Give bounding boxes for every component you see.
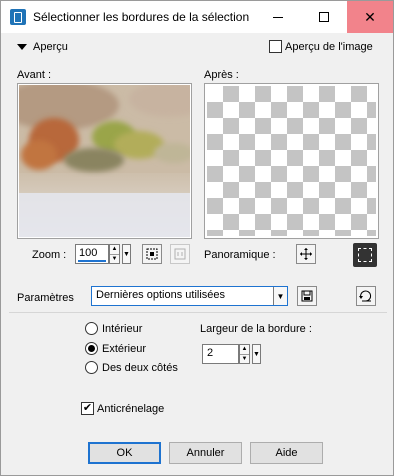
cancel-button[interactable]: Annuler (169, 442, 242, 464)
chevron-down-icon: ▼ (253, 350, 260, 358)
window-title: Sélectionner les bordures de la sélectio… (33, 10, 250, 24)
zoom-fit-icon (146, 248, 158, 260)
chevron-down-icon: ▼ (123, 250, 130, 258)
before-preview-image (19, 85, 190, 237)
settings-preset-value: Dernières options utilisées (96, 289, 226, 301)
radio-outside-label: Extérieur (102, 342, 147, 355)
after-label: Après : (204, 69, 239, 81)
maximize-icon (319, 12, 329, 22)
spin-down-icon[interactable]: ▼ (240, 353, 249, 364)
pan-button[interactable] (296, 244, 316, 264)
zoom-actual-size-button[interactable] (170, 244, 190, 264)
reset-icon (359, 290, 372, 302)
before-preview[interactable] (17, 83, 192, 239)
checkmark-icon: ✔ (82, 402, 93, 414)
zoom-fit-button[interactable] (142, 244, 162, 264)
antialias-label: Anticrénelage (97, 402, 165, 415)
radio-inside[interactable]: Intérieur (85, 322, 142, 335)
actual-size-icon (174, 248, 186, 260)
close-button[interactable]: ✕ (347, 1, 393, 33)
image-preview-label: Aperçu de l'image (285, 40, 373, 53)
antialias-checkbox[interactable]: ✔ (81, 402, 94, 415)
zoom-spinner[interactable]: ▲ ▼ (109, 244, 120, 264)
after-preview[interactable] (204, 83, 379, 239)
before-label: Avant : (17, 69, 52, 81)
title-bar: Sélectionner les bordures de la sélectio… (1, 1, 393, 33)
settings-preset-select[interactable]: Dernières options utilisées ▼ (91, 286, 288, 306)
zoom-input[interactable]: 100 (75, 244, 109, 264)
zoom-label: Zoom : (32, 249, 67, 261)
radio-both-label: Des deux côtés (102, 361, 178, 374)
image-preview-checkbox[interactable] (269, 40, 282, 53)
radio-both-button[interactable] (85, 361, 98, 374)
radio-inside-button[interactable] (85, 322, 98, 335)
radio-inside-label: Intérieur (102, 322, 143, 335)
marquee-icon (358, 248, 372, 262)
pan-label: Panoramique : (204, 249, 276, 261)
ok-button[interactable]: OK (88, 442, 161, 464)
settings-label: Paramètres (17, 292, 74, 304)
maximize-button[interactable] (301, 1, 347, 33)
collapse-triangle-icon (17, 44, 27, 50)
after-preview-transparency (207, 86, 376, 236)
border-width-dropdown[interactable]: ▼ (252, 344, 261, 364)
chevron-down-icon[interactable]: ▼ (273, 287, 287, 305)
section-divider (9, 312, 387, 313)
zoom-dropdown[interactable]: ▼ (122, 244, 131, 264)
preview-toggle-label: Aperçu (33, 41, 68, 53)
move-icon (300, 248, 312, 260)
save-icon (301, 290, 313, 302)
antialias-option[interactable]: ✔ Anticrénelage (81, 402, 164, 415)
radio-selected-dot (88, 345, 95, 352)
border-width-input[interactable]: 2 (202, 344, 239, 364)
spin-up-icon[interactable]: ▲ (240, 345, 249, 354)
preview-toggle[interactable]: Aperçu (17, 41, 68, 53)
minimize-button[interactable] (255, 1, 301, 33)
radio-outside-button[interactable] (85, 342, 98, 355)
minimize-icon (273, 16, 283, 18)
radio-outside[interactable]: Extérieur (85, 342, 146, 355)
preview-marquee-button[interactable] (353, 243, 377, 267)
spin-up-icon[interactable]: ▲ (110, 245, 119, 254)
app-icon (10, 9, 26, 25)
spin-down-icon[interactable]: ▼ (110, 253, 119, 264)
image-preview-option[interactable]: Aperçu de l'image (269, 40, 373, 53)
help-button[interactable]: Aide (250, 442, 323, 464)
dialog-window: Sélectionner les bordures de la sélectio… (0, 0, 394, 476)
radio-both[interactable]: Des deux côtés (85, 361, 178, 374)
close-icon: ✕ (364, 8, 376, 25)
save-preset-button[interactable] (297, 286, 317, 306)
border-width-spinner[interactable]: ▲ ▼ (239, 344, 250, 364)
border-width-label: Largeur de la bordure : (200, 323, 312, 335)
reset-preset-button[interactable] (356, 286, 376, 306)
